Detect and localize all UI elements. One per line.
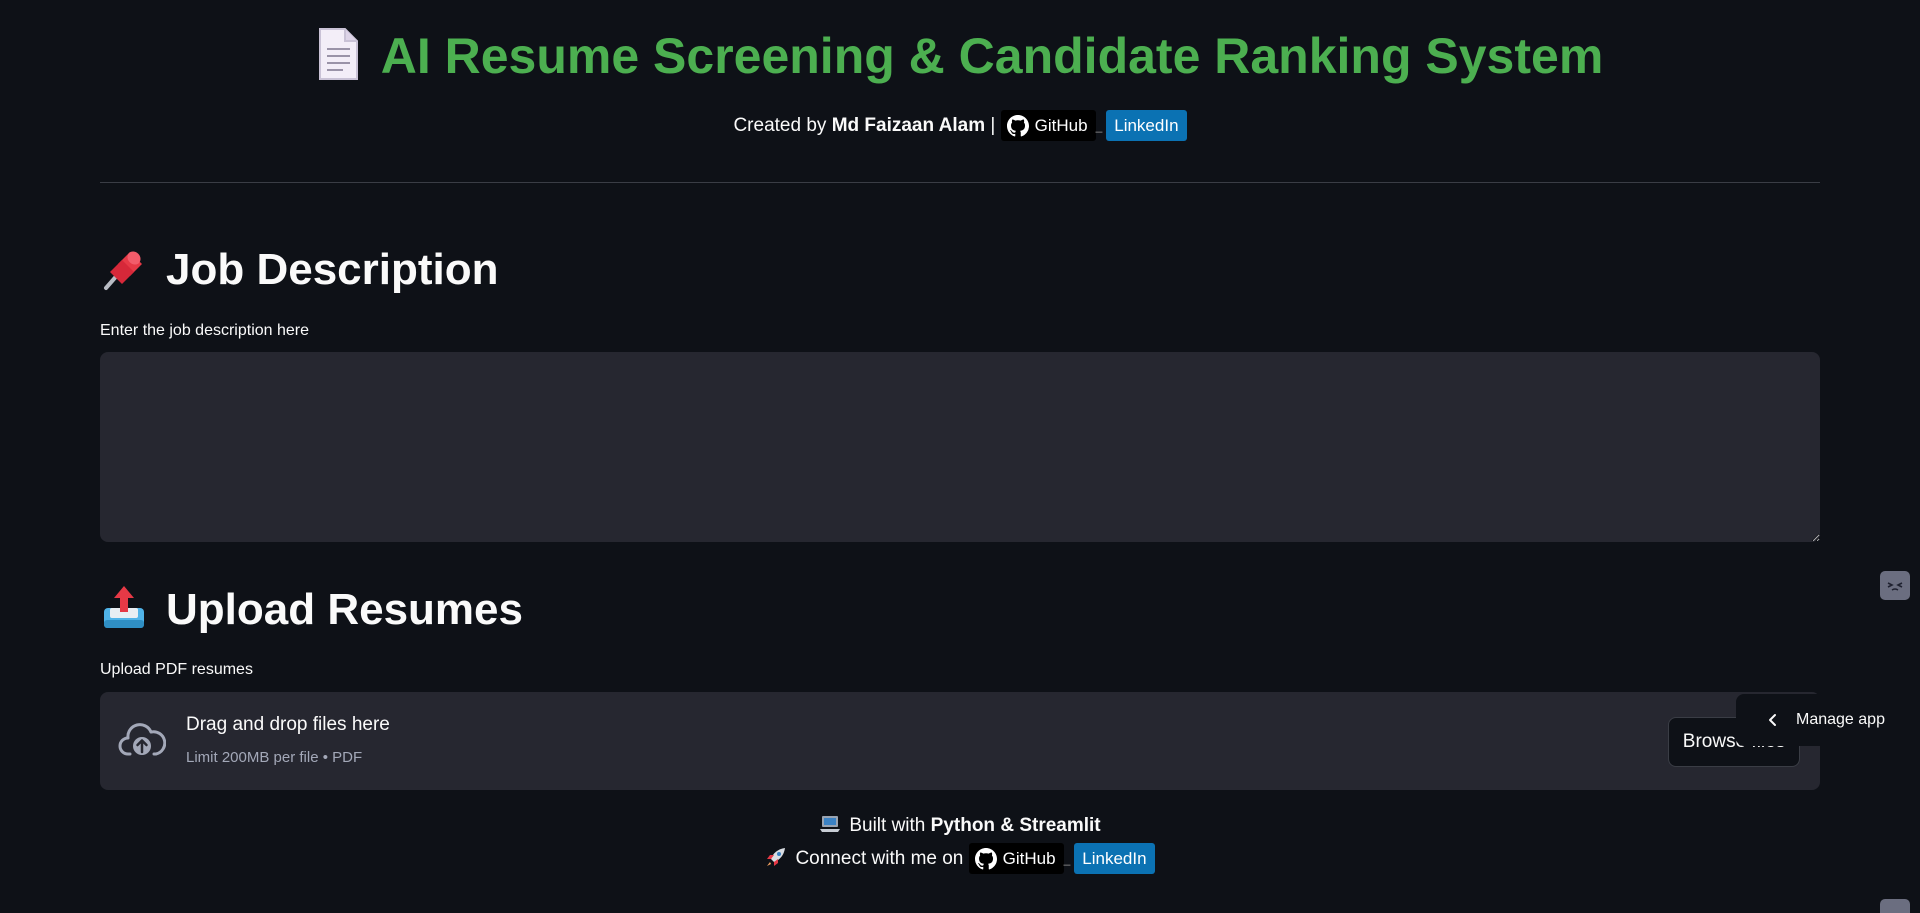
streamlit-bottom-widget[interactable] [1880,899,1910,913]
dropzone-title: Drag and drop files here [186,714,390,735]
dropzone-limit-text: Limit 200MB per file • PDF [186,749,363,766]
job-description-textarea[interactable] [100,352,1820,542]
cloud-upload-icon [118,723,166,756]
created-by-prefix: Created by [733,115,827,136]
document-icon [318,28,358,80]
file-dropzone[interactable]: Drag and drop files here Limit 200MB per… [100,692,1820,790]
footer-linkedin-badge-link[interactable]: LinkedIn [1074,843,1155,875]
pushpin-icon [104,251,142,290]
linkedin-badge-link[interactable]: LinkedIn [1106,110,1187,142]
app-page: AI Resume Screening & Candidate Ranking … [0,0,1920,913]
badge-spacer: _ [1063,852,1071,866]
connect-text: Connect with me on [795,848,964,869]
github-icon [1006,114,1029,137]
manage-app-button[interactable]: Manage app [1736,694,1920,746]
job-description-label: Enter the job description here [100,322,310,339]
badge-spacer: _ [1095,119,1103,133]
connect-line: Connect with me on GitHub _ LinkedIn [0,843,1920,875]
sleepy-face-icon [1887,582,1903,591]
laptop-icon [820,816,841,832]
github-icon [974,847,997,870]
outbox-tray-icon [104,586,144,628]
github-badge-label: GitHub [1034,115,1088,135]
footer-github-badge-link[interactable]: GitHub [968,843,1064,875]
footer-github-badge-label: GitHub [1002,848,1056,868]
upload-resumes-heading: Upload Resumes [100,580,523,640]
rocket-icon [767,848,786,866]
header-divider [100,182,1820,183]
upload-pdf-label: Upload PDF resumes [100,661,253,678]
byline-separator: | [990,115,996,136]
page-title: AI Resume Screening & Candidate Ranking … [0,20,1920,92]
built-with-line: Built with Python & Streamlit [0,810,1920,842]
built-with-tech: Python & Streamlit [930,815,1101,836]
manage-app-label: Manage app [1796,711,1885,728]
chevron-left-icon [1769,714,1776,726]
job-description-heading: Job Description [100,240,499,300]
author-name: Md Faizaan Alam [831,115,986,136]
upload-resumes-heading-text: Upload Resumes [166,585,523,634]
job-description-heading-text: Job Description [166,245,499,294]
streamlit-status-widget[interactable] [1880,571,1910,600]
author-byline: Created by Md Faizaan Alam | GitHub _ Lin… [0,110,1920,142]
page-title-text: AI Resume Screening & Candidate Ranking … [380,28,1604,84]
built-with-prefix: Built with [849,815,926,836]
github-badge-link[interactable]: GitHub [1000,110,1096,142]
